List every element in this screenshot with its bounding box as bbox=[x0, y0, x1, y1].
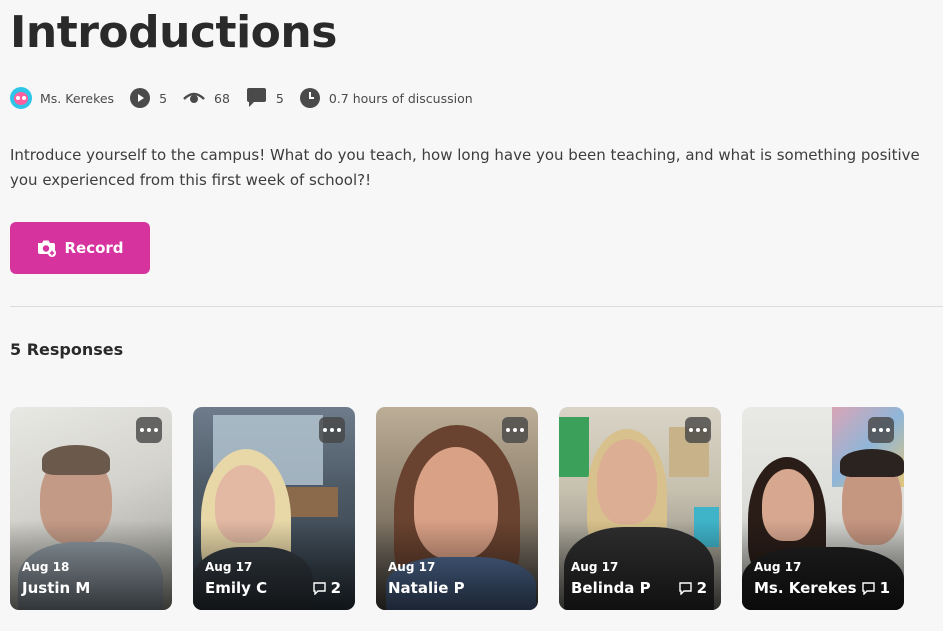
comment-count: 2 bbox=[696, 579, 707, 597]
response-card[interactable]: Aug 17 Natalie P bbox=[376, 407, 538, 610]
response-name: Emily C bbox=[205, 579, 268, 597]
response-date: Aug 17 bbox=[205, 560, 253, 574]
comments-count: 5 bbox=[275, 90, 284, 106]
avatar bbox=[10, 87, 32, 109]
response-comments: 2 bbox=[678, 579, 707, 597]
response-card[interactable]: Aug 17 Belinda P 2 bbox=[559, 407, 721, 610]
videos-stat: 5 bbox=[130, 88, 167, 108]
comment-icon bbox=[678, 581, 692, 595]
response-card[interactable]: Aug 17 Ms. Kerekes 1 bbox=[742, 407, 904, 610]
comment-icon bbox=[312, 581, 326, 595]
response-comments: 2 bbox=[312, 579, 341, 597]
response-card[interactable]: Aug 18 Justin M bbox=[10, 407, 172, 610]
more-dots-icon[interactable] bbox=[319, 417, 345, 443]
prompt-text: Introduce yourself to the campus! What d… bbox=[10, 146, 920, 189]
camera-plus-icon bbox=[38, 240, 57, 257]
response-card[interactable]: Aug 17 Emily C 2 bbox=[193, 407, 355, 610]
videos-count: 5 bbox=[159, 90, 168, 106]
page-title: Introductions bbox=[10, 7, 337, 58]
response-name: Belinda P bbox=[571, 579, 651, 597]
comment-count: 1 bbox=[879, 579, 890, 597]
record-label: Record bbox=[64, 239, 124, 257]
record-button[interactable]: Record bbox=[10, 222, 150, 274]
more-dots-icon[interactable] bbox=[685, 417, 711, 443]
response-name: Natalie P bbox=[388, 579, 465, 597]
more-dots-icon[interactable] bbox=[502, 417, 528, 443]
comment-icon bbox=[861, 581, 875, 595]
comment-count: 2 bbox=[330, 579, 341, 597]
clock-icon bbox=[299, 88, 320, 108]
play-circle-icon bbox=[130, 88, 151, 108]
divider bbox=[10, 306, 943, 307]
more-dots-icon[interactable] bbox=[136, 417, 162, 443]
views-stat: 68 bbox=[183, 90, 230, 106]
response-name: Ms. Kerekes bbox=[754, 579, 857, 597]
response-date: Aug 17 bbox=[754, 560, 802, 574]
discussion-stat: 0.7 hours of discussion bbox=[299, 88, 473, 108]
response-date: Aug 17 bbox=[388, 560, 436, 574]
author[interactable]: Ms. Kerekes bbox=[10, 87, 114, 109]
response-comments: 1 bbox=[861, 579, 890, 597]
response-cards: Aug 18 Justin M Aug 17 Emily C 2 Aug 17 … bbox=[10, 407, 904, 610]
speech-bubble-icon bbox=[246, 88, 266, 107]
eye-icon bbox=[183, 92, 205, 103]
more-dots-icon[interactable] bbox=[868, 417, 894, 443]
response-name: Justin M bbox=[22, 579, 91, 597]
comments-stat: 5 bbox=[246, 88, 284, 108]
views-count: 68 bbox=[214, 90, 230, 106]
discussion-time: 0.7 hours of discussion bbox=[328, 90, 473, 106]
responses-heading: 5 Responses bbox=[10, 340, 124, 359]
response-date: Aug 17 bbox=[571, 560, 619, 574]
author-name: Ms. Kerekes bbox=[40, 90, 115, 106]
response-date: Aug 18 bbox=[22, 560, 70, 574]
prompt-meta: Ms. Kerekes 5 68 5 0.7 hours of discussi… bbox=[10, 86, 489, 110]
